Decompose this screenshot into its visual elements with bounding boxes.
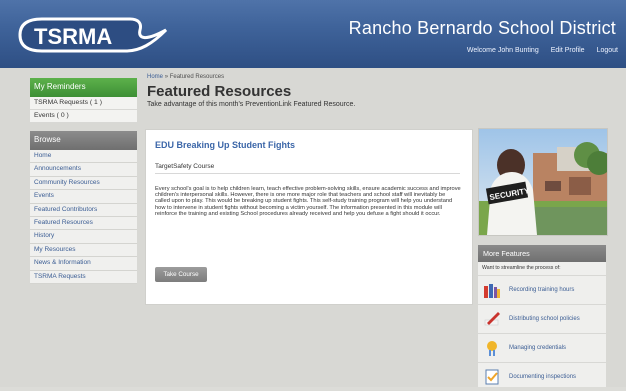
breadcrumb-separator: » (164, 74, 169, 80)
featured-resource-panel: EDU Breaking Up Student Fights TargetSaf… (145, 129, 473, 305)
pen-icon (483, 310, 501, 328)
sidebar-item-announcements[interactable]: Announcements (30, 163, 137, 177)
take-course-button[interactable]: Take Course (155, 267, 207, 282)
reminder-tsrma-requests[interactable]: TSRMA Requests ( 1 ) (30, 97, 137, 110)
checklist-icon (483, 368, 501, 386)
sidebar-item-my-resources[interactable]: My Resources (30, 243, 137, 258)
sidebar: My Reminders TSRMA Requests ( 1 ) Events… (30, 78, 137, 284)
feature-distributing-school-policies[interactable]: Distributing school policies (478, 304, 606, 333)
top-header: TSRMA Rancho Bernardo School District We… (0, 0, 626, 68)
page-title: Featured Resources (147, 83, 292, 100)
books-icon (483, 281, 501, 299)
more-features-subtitle: Want to streamline the process of: (482, 265, 561, 271)
sidebar-item-home[interactable]: Home (30, 150, 137, 164)
district-name: Rancho Bernardo School District (348, 18, 616, 38)
reminders-header: My Reminders (30, 78, 137, 97)
breadcrumb-current: Featured Resources (169, 74, 225, 80)
more-features-header: More Features (478, 245, 606, 262)
reminder-events[interactable]: Events ( 0 ) (30, 110, 137, 123)
medal-icon (483, 339, 501, 357)
logout-link[interactable]: Logout (597, 47, 618, 54)
breadcrumb: Home » Featured Resources (147, 74, 224, 80)
resource-subtitle: TargetSafety Course (155, 163, 215, 170)
resource-title[interactable]: EDU Breaking Up Student Fights (155, 140, 295, 150)
more-features-panel: More Features Want to streamline the pro… (478, 245, 606, 387)
feature-label: Recording training hours (509, 287, 575, 293)
page-subtitle: Take advantage of this month's Preventio… (147, 101, 356, 108)
sidebar-item-featured-contributors[interactable]: Featured Contributors (30, 203, 137, 217)
sidebar-item-tsrma-requests[interactable]: TSRMA Requests (30, 270, 137, 284)
sidebar-item-news-information[interactable]: News & Information (30, 257, 137, 271)
sidebar-item-history[interactable]: History (30, 230, 137, 244)
tsrma-logo[interactable]: TSRMA (16, 16, 176, 54)
edit-profile-link[interactable]: Edit Profile (551, 47, 585, 54)
feature-label: Documenting inspections (509, 374, 577, 380)
resource-description: Every school's goal is to help children … (155, 186, 461, 217)
feature-recording-training-hours[interactable]: Recording training hours (478, 275, 606, 304)
security-photo: SECURITY (478, 128, 608, 236)
logo-text: TSRMA (34, 24, 112, 49)
feature-label: Distributing school policies (509, 316, 580, 322)
user-links: Welcome John Bunting Edit Profile Logout (467, 47, 618, 54)
divider (155, 173, 460, 174)
feature-label: Managing credentials (509, 345, 567, 351)
welcome-link[interactable]: Welcome John Bunting (467, 47, 539, 54)
sidebar-item-featured-resources[interactable]: Featured Resources (30, 216, 137, 231)
feature-managing-credentials[interactable]: Managing credentials (478, 333, 606, 362)
breadcrumb-home[interactable]: Home (147, 74, 163, 80)
sidebar-item-events[interactable]: Events (30, 190, 137, 204)
sidebar-item-community-resources[interactable]: Community Resources (30, 176, 137, 191)
browse-header: Browse (30, 131, 137, 150)
